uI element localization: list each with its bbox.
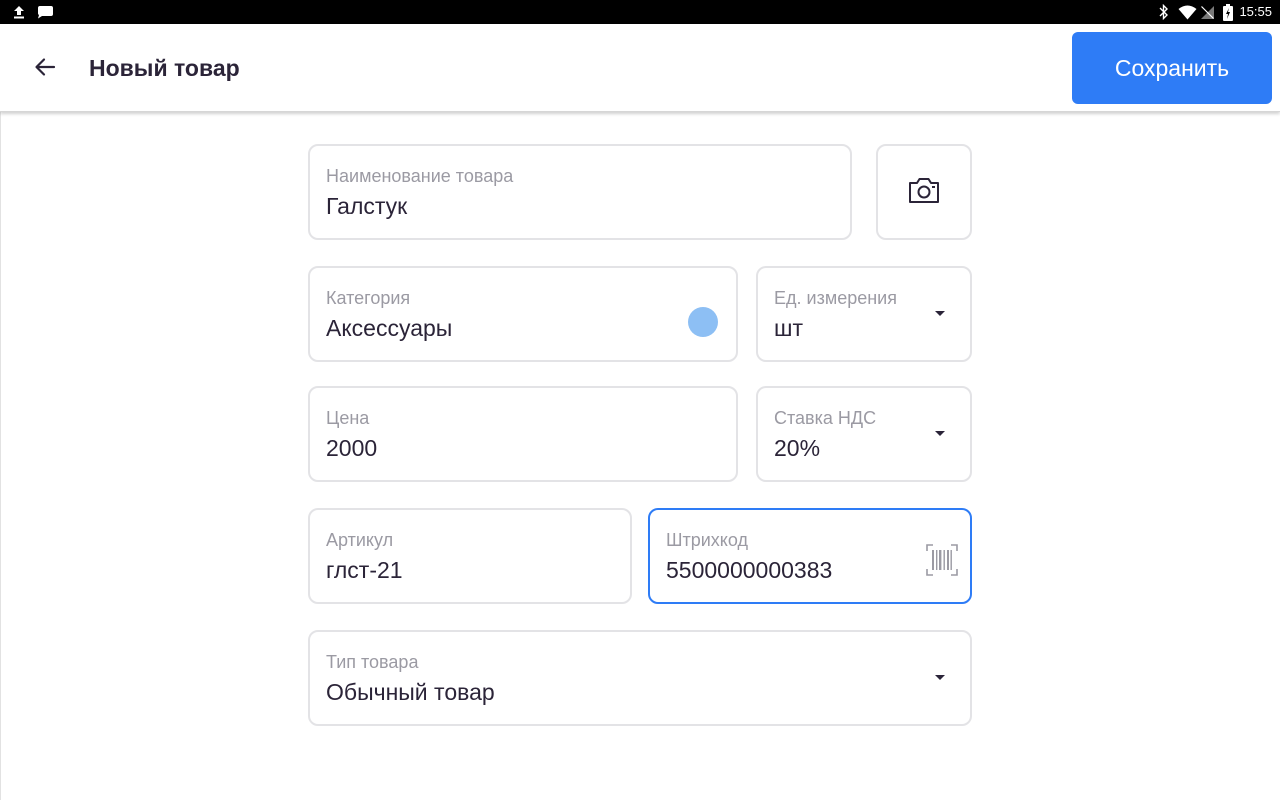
- vat-value: 20%: [774, 435, 821, 461]
- arrow-left-icon: [33, 55, 57, 84]
- back-button[interactable]: [22, 46, 68, 92]
- message-icon: [36, 3, 54, 21]
- add-photo-button[interactable]: [876, 144, 972, 240]
- bluetooth-icon: [1158, 3, 1170, 21]
- left-divider: [0, 112, 1, 800]
- price-field[interactable]: Цена 2000: [308, 386, 738, 482]
- unit-value: шт: [774, 315, 803, 341]
- barcode-scan-icon[interactable]: [926, 544, 958, 576]
- dropdown-arrow-icon: [935, 311, 945, 316]
- status-bar: 15:55: [0, 0, 1280, 24]
- signal-icon: [1199, 3, 1215, 21]
- product-type-label: Тип товара: [326, 652, 419, 672]
- price-label: Цена: [326, 408, 370, 428]
- touch-indicator: [688, 307, 718, 337]
- product-name-field[interactable]: Наименование товара Галстук: [308, 144, 852, 240]
- status-clock: 15:55: [1239, 4, 1272, 19]
- product-type-value: Обычный товар: [326, 679, 495, 705]
- product-name-label: Наименование товара: [326, 166, 514, 186]
- unit-select[interactable]: Ед. измерения шт: [756, 266, 972, 362]
- upload-icon: [12, 3, 26, 21]
- category-field[interactable]: Категория Аксессуары: [308, 266, 738, 362]
- sku-value: глст-21: [326, 557, 403, 583]
- product-name-value: Галстук: [326, 193, 408, 219]
- vat-label: Ставка НДС: [774, 408, 877, 428]
- barcode-field[interactable]: Штрихкод 5500000000383: [648, 508, 972, 604]
- camera-icon: [908, 176, 940, 209]
- dropdown-arrow-icon: [935, 675, 945, 680]
- category-label: Категория: [326, 288, 411, 308]
- barcode-value: 5500000000383: [666, 557, 833, 583]
- price-value: 2000: [326, 435, 378, 461]
- product-type-select[interactable]: Тип товара Обычный товар: [308, 630, 972, 726]
- sku-field[interactable]: Артикул глст-21: [308, 508, 632, 604]
- app-bar: Новый товар Сохранить: [0, 24, 1280, 112]
- page-title: Новый товар: [89, 55, 240, 81]
- sku-label: Артикул: [326, 530, 394, 550]
- unit-label: Ед. измерения: [774, 288, 897, 308]
- dropdown-arrow-icon: [935, 431, 945, 436]
- battery-charging-icon: [1222, 3, 1234, 21]
- barcode-label: Штрихкод: [666, 530, 749, 550]
- category-value: Аксессуары: [326, 315, 453, 341]
- wifi-icon: [1177, 3, 1197, 21]
- save-button[interactable]: Сохранить: [1072, 32, 1272, 104]
- vat-select[interactable]: Ставка НДС 20%: [756, 386, 972, 482]
